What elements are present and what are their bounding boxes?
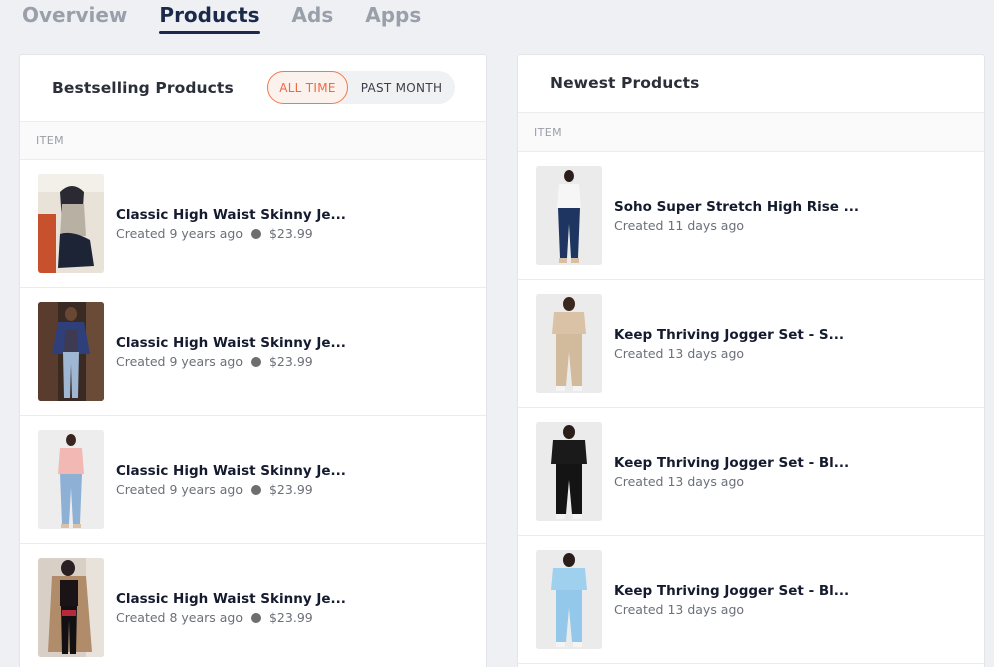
product-thumbnail[interactable] — [38, 174, 104, 273]
separator-dot-icon — [250, 484, 261, 495]
product-name[interactable]: Classic High Waist Skinny Je... — [116, 591, 436, 607]
table-row[interactable]: Classic High Waist Skinny Je... Created … — [20, 160, 486, 288]
separator-dot-icon — [250, 228, 261, 239]
product-name[interactable]: Classic High Waist Skinny Je... — [116, 463, 436, 479]
tab-apps[interactable]: Apps — [365, 0, 421, 40]
created-date: Created 9 years ago — [116, 226, 243, 241]
card-header: Bestselling Products ALL TIME PAST MONTH — [20, 55, 486, 122]
tab-products[interactable]: Products — [159, 0, 260, 40]
product-thumbnail[interactable] — [536, 550, 602, 649]
product-price: $23.99 — [268, 226, 313, 241]
product-name[interactable]: Soho Super Stretch High Rise ... — [614, 199, 934, 215]
product-thumbnail[interactable] — [536, 422, 602, 521]
top-tabs: Overview Products Ads Apps — [22, 0, 421, 40]
product-thumbnail[interactable] — [536, 166, 602, 265]
product-name[interactable]: Classic High Waist Skinny Je... — [116, 335, 436, 351]
created-date: Created 11 days ago — [614, 218, 745, 233]
table-row[interactable]: Classic High Waist Skinny Je... Created … — [20, 288, 486, 416]
product-thumbnail[interactable] — [536, 294, 602, 393]
product-name[interactable]: Keep Thriving Jogger Set - Bl... — [614, 455, 934, 471]
bestselling-products-card: Bestselling Products ALL TIME PAST MONTH… — [19, 54, 487, 667]
list-item[interactable]: Keep Thriving Jogger Set - S... Created … — [518, 280, 984, 408]
table-row[interactable]: Classic High Waist Skinny Je... Created … — [20, 544, 486, 667]
created-date: Created 13 days ago — [614, 602, 745, 617]
created-date: Created 8 years ago — [116, 610, 243, 625]
product-price: $23.99 — [268, 482, 313, 497]
product-price: $23.99 — [268, 610, 313, 625]
column-header-item: ITEM — [20, 122, 486, 160]
table-row[interactable]: Classic High Waist Skinny Je... Created … — [20, 416, 486, 544]
separator-dot-icon — [250, 356, 261, 367]
created-date: Created 13 days ago — [614, 474, 745, 489]
tab-overview[interactable]: Overview — [22, 0, 127, 40]
list-item[interactable]: Keep Thriving Jogger Set - Bl... Created… — [518, 408, 984, 536]
newest-products-card: Newest Products ITEM Soho Super Stretch … — [517, 54, 985, 667]
card-header: Newest Products — [518, 55, 984, 113]
all-time-button[interactable]: ALL TIME — [267, 71, 348, 104]
column-header-item: ITEM — [518, 113, 984, 152]
created-date: Created 13 days ago — [614, 346, 745, 361]
product-name[interactable]: Classic High Waist Skinny Je... — [116, 207, 436, 223]
separator-dot-icon — [250, 612, 261, 623]
created-date: Created 9 years ago — [116, 354, 243, 369]
card-title: Bestselling Products — [52, 79, 234, 97]
product-thumbnail[interactable] — [38, 558, 104, 657]
created-date: Created 9 years ago — [116, 482, 243, 497]
card-title: Newest Products — [550, 74, 700, 92]
list-item[interactable]: Soho Super Stretch High Rise ... Created… — [518, 152, 984, 280]
product-price: $23.99 — [268, 354, 313, 369]
past-month-button[interactable]: PAST MONTH — [348, 71, 455, 104]
tab-ads[interactable]: Ads — [292, 0, 334, 40]
product-thumbnail[interactable] — [38, 430, 104, 529]
product-thumbnail[interactable] — [38, 302, 104, 401]
product-name[interactable]: Keep Thriving Jogger Set - S... — [614, 327, 934, 343]
list-item[interactable]: Keep Thriving Jogger Set - Bl... Created… — [518, 536, 984, 664]
time-range-toggle: ALL TIME PAST MONTH — [267, 71, 455, 104]
product-name[interactable]: Keep Thriving Jogger Set - Bl... — [614, 583, 934, 599]
